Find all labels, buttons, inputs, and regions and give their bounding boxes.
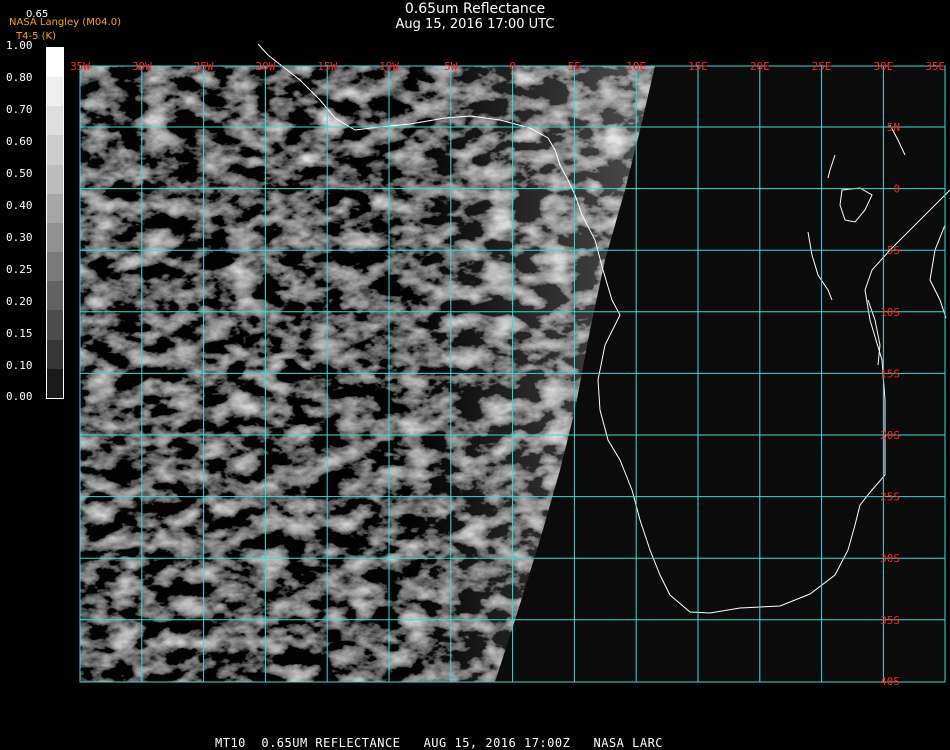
colorbar-label: 0.50 xyxy=(6,167,33,180)
colorbar-label: 0.10 xyxy=(6,359,33,372)
colorbar-band xyxy=(47,48,63,78)
colorbar-band xyxy=(47,368,63,398)
colorbar-label: 0.30 xyxy=(6,231,33,244)
latitude-label: 5S xyxy=(887,244,900,257)
longitude-label: 15E xyxy=(688,60,708,73)
colorbar-label: 0.80 xyxy=(6,71,33,84)
map-title: 0.65um Reflectance xyxy=(404,1,546,17)
longitude-label: 5E xyxy=(568,60,581,73)
longitude-label: 20W xyxy=(255,60,275,73)
colorbar-band xyxy=(47,193,63,223)
colorbar-band xyxy=(47,77,63,107)
latitude-label: 5N xyxy=(887,121,900,134)
satellite-map[interactable]: 35W 30W 25W 20W 15W 10W 5W 0 5E 10E 15E 20E 25E 30E 35… xyxy=(0,0,950,750)
colorbar-label: 0.00 xyxy=(6,390,33,403)
latitude-label: 30S xyxy=(880,552,900,565)
latitude-label: 10S xyxy=(880,306,900,319)
colorbar-band xyxy=(47,106,63,136)
longitude-label: 35E xyxy=(925,60,945,73)
colorbar-label: 1.00 xyxy=(6,39,33,52)
longitude-label: 25E xyxy=(812,60,832,73)
longitude-label: 30E xyxy=(873,60,893,73)
colorbar-label: 0.60 xyxy=(6,135,33,148)
longitude-label: 5W xyxy=(444,60,458,73)
longitude-label: 0 xyxy=(509,60,516,73)
colorbar xyxy=(46,47,64,399)
longitude-label: 25W xyxy=(194,60,214,73)
longitude-label: 20E xyxy=(750,60,770,73)
latitude-label: 15S xyxy=(880,367,900,380)
colorbar-band xyxy=(47,339,63,369)
colorbar-label: 0.70 xyxy=(6,103,33,116)
colorbar-band xyxy=(47,310,63,340)
latitude-label: 20S xyxy=(880,429,900,442)
longitude-label: 35W xyxy=(70,60,90,73)
longitude-label: 10W xyxy=(379,60,399,73)
colorbar-channel-label: 0.65 xyxy=(26,9,49,20)
longitude-label: 10E xyxy=(626,60,646,73)
latitude-label: 35S xyxy=(880,614,900,627)
map-subtitle: Aug 15, 2016 17:00 UTC xyxy=(395,17,555,32)
colorbar-band xyxy=(47,222,63,253)
longitude-label: 15W xyxy=(317,60,337,73)
colorbar-label: 0.20 xyxy=(6,295,33,308)
colorbar-band xyxy=(47,281,63,311)
colorbar-band xyxy=(47,252,63,282)
colorbar-band xyxy=(47,164,63,194)
footer-caption: MT10 0.65UM REFLECTANCE AUG 15, 2016 17:… xyxy=(215,736,664,750)
colorbar-label: 0.40 xyxy=(6,199,33,212)
colorbar-label: 0.25 xyxy=(6,263,33,276)
latitude-label: 40S xyxy=(880,675,900,688)
latitude-label: 0 xyxy=(893,183,900,196)
colorbar-band xyxy=(47,135,63,165)
latitude-label: 25S xyxy=(880,491,900,504)
longitude-label: 30W xyxy=(132,60,152,73)
colorbar-label: 0.15 xyxy=(6,327,33,340)
